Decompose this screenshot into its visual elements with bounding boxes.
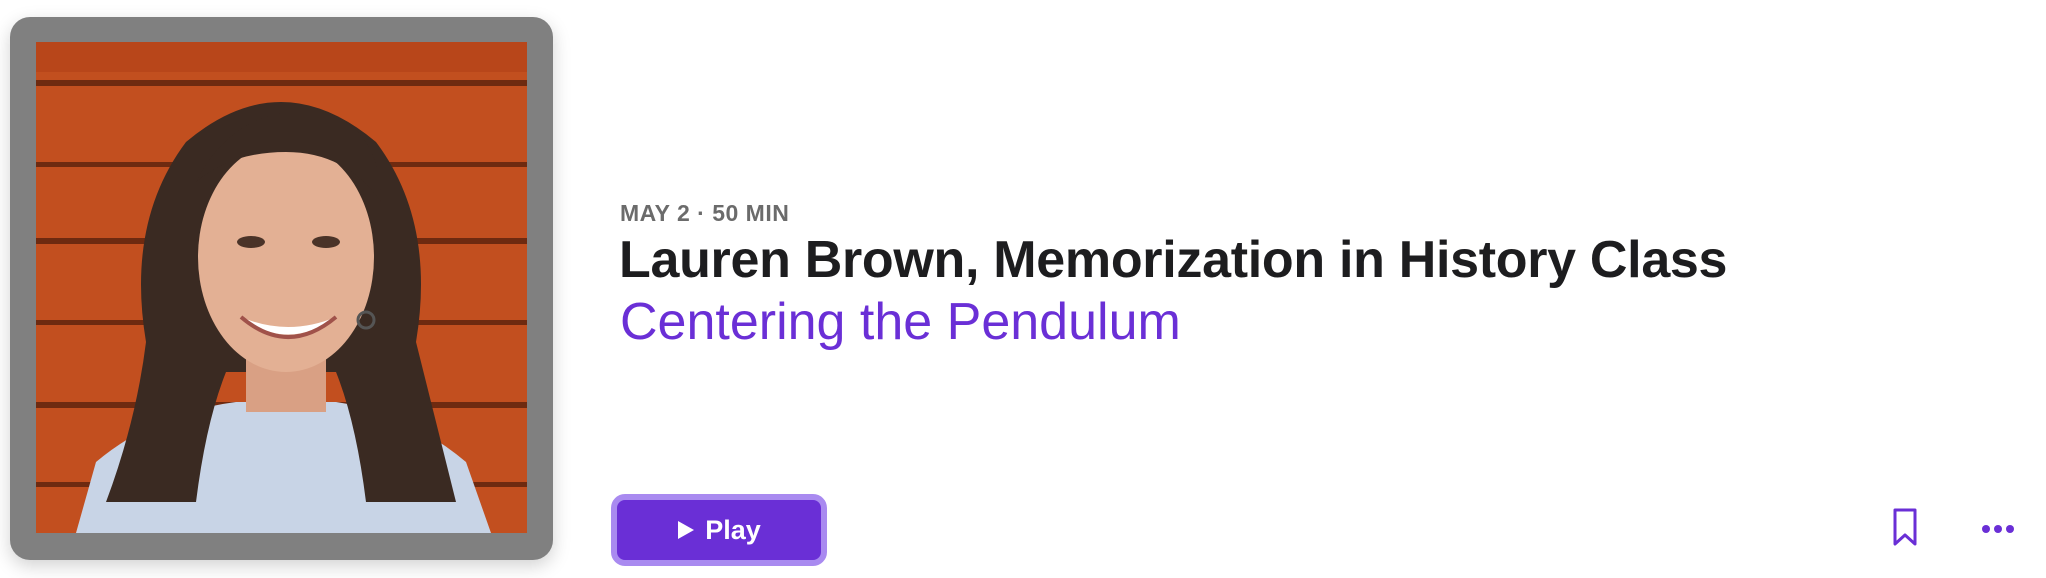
episode-meta: MAY 2 · 50 MIN <box>620 200 790 226</box>
play-button-label: Play <box>705 514 761 545</box>
bookmark-icon <box>1890 508 1920 550</box>
episode-title: Lauren Brown, Memorization in History Cl… <box>619 231 1728 289</box>
portrait-image <box>36 42 527 533</box>
play-icon <box>677 520 695 540</box>
more-icon <box>1978 525 2018 546</box>
episode-artwork-frame[interactable] <box>10 17 553 560</box>
play-button[interactable]: Play <box>611 494 827 566</box>
more-button[interactable] <box>1978 515 2018 543</box>
episode-artwork <box>36 42 527 533</box>
bookmark-button[interactable] <box>1890 507 1920 547</box>
show-link[interactable]: Centering the Pendulum <box>620 292 1181 352</box>
